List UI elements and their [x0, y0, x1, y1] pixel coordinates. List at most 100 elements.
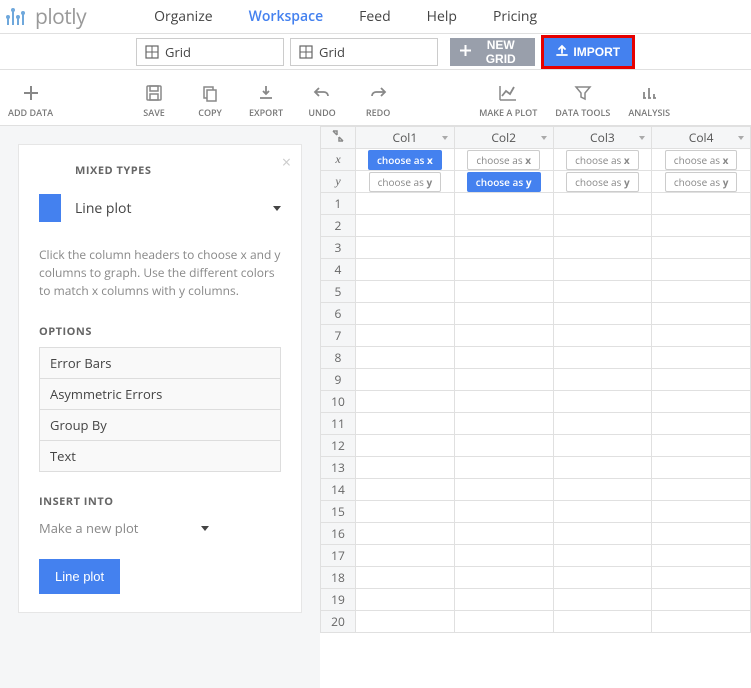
grid-cell[interactable] — [652, 545, 751, 567]
row-header[interactable]: 3 — [321, 237, 356, 259]
grid-cell[interactable] — [553, 413, 652, 435]
nav-workspace[interactable]: Workspace — [231, 7, 342, 26]
grid-cell[interactable] — [454, 193, 553, 215]
tool-add-data[interactable]: ADD DATA — [8, 82, 53, 119]
grid-cell[interactable] — [553, 567, 652, 589]
row-header[interactable]: 1 — [321, 193, 356, 215]
grid-cell[interactable] — [454, 435, 553, 457]
row-header[interactable]: 10 — [321, 391, 356, 413]
grid-cell[interactable] — [652, 523, 751, 545]
grid-cell[interactable] — [553, 391, 652, 413]
tool-save[interactable]: SAVE — [135, 82, 173, 119]
grid-cell[interactable] — [454, 215, 553, 237]
grid-cell[interactable] — [553, 369, 652, 391]
grid-cell[interactable] — [355, 523, 454, 545]
tab-1[interactable]: Grid — [290, 38, 438, 66]
grid-cell[interactable] — [355, 589, 454, 611]
grid-cell[interactable] — [454, 611, 553, 633]
grid-cell[interactable] — [355, 435, 454, 457]
grid-cell[interactable] — [355, 281, 454, 303]
choose-x-col3[interactable]: choose as x — [566, 150, 639, 170]
grid-cell[interactable] — [355, 237, 454, 259]
grid-cell[interactable] — [553, 281, 652, 303]
row-header[interactable]: 19 — [321, 589, 356, 611]
grid-cell[interactable] — [355, 567, 454, 589]
option-error-bars[interactable]: Error Bars — [40, 348, 280, 379]
tool-analysis[interactable]: ANALYSIS — [628, 82, 670, 119]
grid-cell[interactable] — [652, 413, 751, 435]
grid-cell[interactable] — [652, 259, 751, 281]
row-header[interactable]: 12 — [321, 435, 356, 457]
choose-y-col2[interactable]: choose as y — [467, 172, 541, 192]
choose-y-col3[interactable]: choose as y — [566, 172, 639, 192]
grid-cell[interactable] — [652, 215, 751, 237]
grid-cell[interactable] — [454, 413, 553, 435]
import-button[interactable]: IMPORT — [544, 38, 632, 66]
grid-cell[interactable] — [355, 369, 454, 391]
grid-cell[interactable] — [454, 567, 553, 589]
grid-cell[interactable] — [454, 479, 553, 501]
tool-copy[interactable]: COPY — [191, 82, 229, 119]
grid-cell[interactable] — [355, 457, 454, 479]
grid-cell[interactable] — [553, 589, 652, 611]
grid-cell[interactable] — [355, 193, 454, 215]
insert-into-select[interactable]: Make a new plot — [39, 519, 209, 537]
grid-cell[interactable] — [454, 237, 553, 259]
grid-cell[interactable] — [652, 237, 751, 259]
col-header-col4[interactable]: Col4 — [652, 127, 751, 149]
grid-cell[interactable] — [652, 457, 751, 479]
tool-undo[interactable]: UNDO — [303, 82, 341, 119]
grid-cell[interactable] — [454, 303, 553, 325]
grid-cell[interactable] — [553, 479, 652, 501]
grid-cell[interactable] — [355, 347, 454, 369]
grid-cell[interactable] — [553, 259, 652, 281]
option-group-by[interactable]: Group By — [40, 410, 280, 441]
grid-cell[interactable] — [553, 523, 652, 545]
grid-cell[interactable] — [553, 347, 652, 369]
grid-cell[interactable] — [652, 347, 751, 369]
row-header[interactable]: 15 — [321, 501, 356, 523]
grid-cell[interactable] — [652, 303, 751, 325]
color-swatch[interactable] — [39, 194, 61, 222]
grid-cell[interactable] — [355, 413, 454, 435]
row-header[interactable]: 13 — [321, 457, 356, 479]
grid-cell[interactable] — [652, 501, 751, 523]
col-header-col2[interactable]: Col2 — [454, 127, 553, 149]
option-asymmetric-errors[interactable]: Asymmetric Errors — [40, 379, 280, 410]
grid-cell[interactable] — [454, 259, 553, 281]
grid-cell[interactable] — [355, 215, 454, 237]
grid-cell[interactable] — [553, 501, 652, 523]
tool-export[interactable]: EXPORT — [247, 82, 285, 119]
grid-cell[interactable] — [355, 479, 454, 501]
row-header[interactable]: 11 — [321, 413, 356, 435]
grid-cell[interactable] — [553, 545, 652, 567]
nav-help[interactable]: Help — [409, 7, 475, 26]
grid-cell[interactable] — [454, 501, 553, 523]
choose-x-col2[interactable]: choose as x — [467, 150, 540, 170]
grid-cell[interactable] — [553, 457, 652, 479]
row-header[interactable]: 18 — [321, 567, 356, 589]
close-icon[interactable]: × — [282, 151, 291, 173]
row-header[interactable]: 4 — [321, 259, 356, 281]
grid-cell[interactable] — [652, 567, 751, 589]
grid-cell[interactable] — [553, 193, 652, 215]
row-header[interactable]: 5 — [321, 281, 356, 303]
grid-cell[interactable] — [454, 523, 553, 545]
nav-pricing[interactable]: Pricing — [475, 7, 555, 26]
grid-cell[interactable] — [652, 479, 751, 501]
row-header[interactable]: 8 — [321, 347, 356, 369]
grid-cell[interactable] — [355, 501, 454, 523]
grid-cell[interactable] — [652, 325, 751, 347]
grid-cell[interactable] — [355, 611, 454, 633]
grid-cell[interactable] — [454, 347, 553, 369]
grid-cell[interactable] — [454, 545, 553, 567]
grid-cell[interactable] — [553, 303, 652, 325]
grid-cell[interactable] — [454, 325, 553, 347]
row-header[interactable]: 7 — [321, 325, 356, 347]
row-header[interactable]: 20 — [321, 611, 356, 633]
grid-cell[interactable] — [355, 545, 454, 567]
grid-cell[interactable] — [454, 391, 553, 413]
grid-cell[interactable] — [553, 325, 652, 347]
grid-cell[interactable] — [652, 369, 751, 391]
grid-cell[interactable] — [355, 259, 454, 281]
